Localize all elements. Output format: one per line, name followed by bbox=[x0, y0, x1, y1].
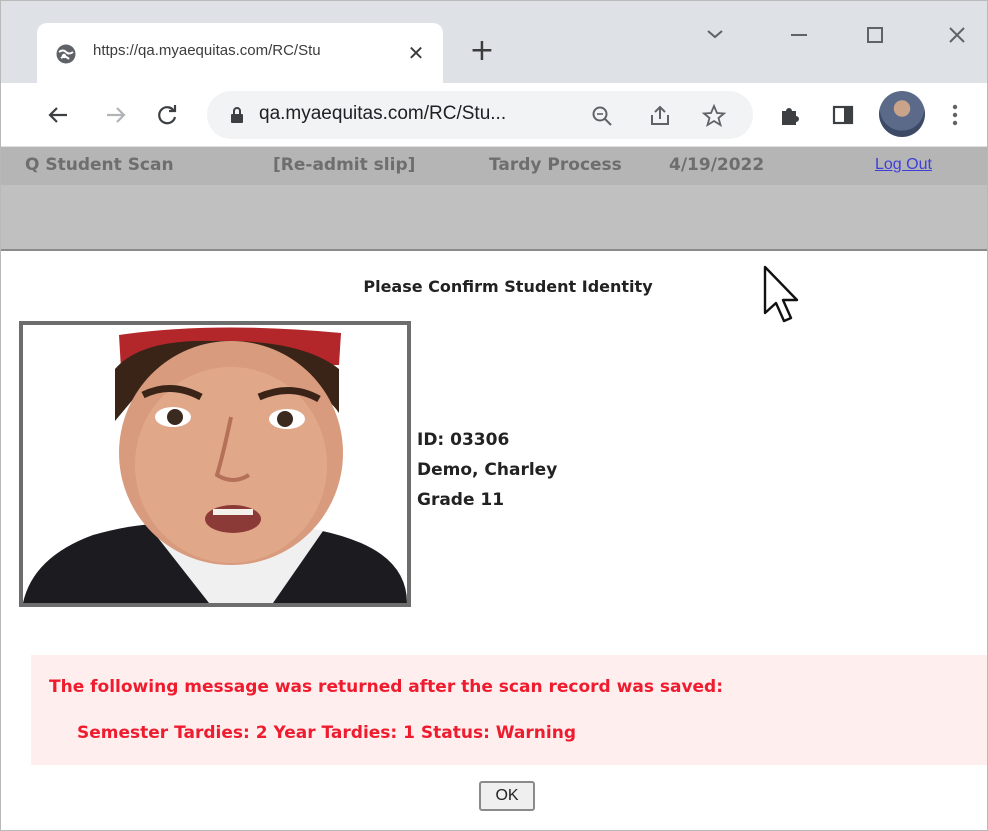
back-icon[interactable] bbox=[43, 99, 75, 131]
student-photo bbox=[19, 321, 411, 607]
ok-button[interactable]: OK bbox=[479, 781, 535, 811]
app-title: Q Student Scan bbox=[25, 155, 174, 175]
browser-toolbar: qa.myaequitas.com/RC/Stu... bbox=[1, 83, 987, 147]
slip-type: [Re-admit slip] bbox=[273, 155, 416, 175]
avatar[interactable] bbox=[879, 91, 925, 137]
extensions-icon[interactable] bbox=[773, 99, 805, 131]
forward-icon[interactable] bbox=[99, 99, 131, 131]
maximize-icon[interactable] bbox=[855, 19, 895, 51]
tab-title: https://qa.myaequitas.com/RC/Stu bbox=[93, 42, 321, 59]
lock-icon[interactable] bbox=[227, 105, 247, 125]
header-date: 4/19/2022 bbox=[669, 155, 765, 175]
logout-link[interactable]: Log Out bbox=[875, 156, 932, 174]
student-name: Demo, Charley bbox=[417, 460, 558, 480]
mouse-cursor-icon bbox=[761, 263, 801, 323]
chevron-down-icon[interactable] bbox=[695, 19, 735, 51]
side-panel-icon[interactable] bbox=[827, 99, 859, 131]
message-intro: The following message was returned after… bbox=[49, 677, 724, 697]
header-subbar bbox=[1, 185, 987, 251]
browser-tab[interactable]: https://qa.myaequitas.com/RC/Stu ✕ bbox=[37, 23, 443, 83]
globe-icon bbox=[55, 43, 77, 65]
page-title: Please Confirm Student Identity bbox=[363, 277, 653, 296]
minimize-icon[interactable] bbox=[779, 19, 819, 51]
url-text[interactable]: qa.myaequitas.com/RC/Stu... bbox=[259, 103, 589, 127]
student-id: ID: 03306 bbox=[417, 430, 510, 450]
address-bar[interactable]: qa.myaequitas.com/RC/Stu... bbox=[207, 91, 753, 139]
browser-window: https://qa.myaequitas.com/RC/Stu ✕ + qa.… bbox=[0, 0, 988, 831]
share-icon[interactable] bbox=[647, 103, 673, 129]
close-icon[interactable] bbox=[937, 19, 977, 51]
scan-message-box: The following message was returned after… bbox=[31, 655, 987, 765]
app-header: Q Student Scan [Re-admit slip] Tardy Pro… bbox=[1, 147, 987, 185]
student-info: ID: 03306 Demo, Charley Grade 11 bbox=[417, 425, 717, 515]
tab-close-icon[interactable]: ✕ bbox=[403, 40, 429, 66]
tab-strip: https://qa.myaequitas.com/RC/Stu ✕ + bbox=[1, 1, 987, 83]
message-details: Semester Tardies: 2 Year Tardies: 1 Stat… bbox=[77, 723, 576, 743]
new-tab-button[interactable]: + bbox=[467, 36, 497, 67]
process-name: Tardy Process bbox=[489, 155, 622, 175]
zoom-icon[interactable] bbox=[589, 103, 615, 129]
reload-icon[interactable] bbox=[151, 99, 183, 131]
kebab-menu-icon[interactable] bbox=[945, 99, 965, 131]
star-icon[interactable] bbox=[701, 103, 727, 129]
student-grade: Grade 11 bbox=[417, 490, 505, 510]
